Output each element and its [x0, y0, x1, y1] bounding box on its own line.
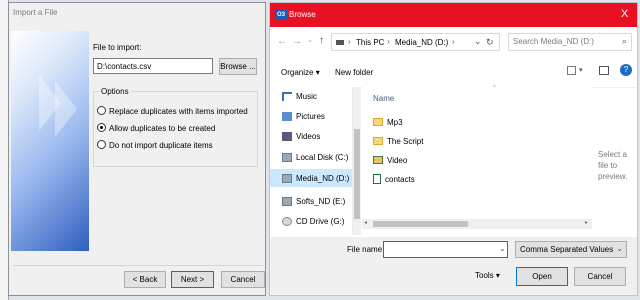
address-dropdown-icon[interactable]: ⌄ — [474, 36, 482, 47]
file-item-contacts[interactable]: contacts — [373, 171, 415, 187]
dialog-title: Browse — [289, 10, 316, 19]
drive-icon — [282, 174, 292, 183]
wizard-banner-image — [11, 31, 89, 251]
nav-item-label: CD Drive (G:) — [296, 217, 345, 226]
outlook-app-icon: O3 — [275, 9, 287, 20]
address-bar[interactable]: › This PC › Media_ND (D:) › ⌄ ↻ — [331, 33, 500, 51]
file-to-import-label: File to import: — [93, 43, 142, 52]
radio-circle-selected — [97, 123, 106, 132]
file-item-label: contacts — [385, 174, 415, 184]
nav-item-music[interactable]: Music — [282, 89, 317, 104]
help-icon[interactable]: ? — [620, 64, 632, 76]
radio-circle — [97, 106, 106, 115]
file-path-input[interactable] — [93, 58, 213, 74]
video-folder-icon — [373, 156, 383, 164]
breadcrumb-separator-icon: › — [452, 37, 455, 46]
preview-pane-icon[interactable] — [599, 66, 609, 75]
nav-item-label: Local Disk (C:) — [296, 153, 349, 162]
file-item-the-script[interactable]: The Script — [373, 133, 423, 149]
recent-locations-chevron-icon[interactable]: ⌄ — [307, 36, 313, 44]
drive-icon — [282, 153, 292, 162]
radio-allow-duplicates[interactable] — [97, 123, 106, 132]
search-input[interactable]: Search Media_ND (D:) ⌕ — [508, 33, 632, 51]
file-type-filter-value: Comma Separated Values — [520, 245, 614, 254]
back-arrow-icon[interactable]: ← — [277, 36, 287, 47]
radio-label: Allow duplicates to be created — [109, 124, 216, 133]
column-header-name[interactable]: Name — [373, 94, 394, 103]
search-icon: ⌕ — [621, 36, 627, 46]
pc-icon — [336, 40, 344, 45]
view-dropdown-icon[interactable]: ▾ — [579, 66, 583, 74]
forward-arrow-icon[interactable]: → — [292, 36, 302, 47]
folder-icon — [373, 118, 383, 126]
new-folder-button[interactable]: New folder — [335, 68, 373, 77]
refresh-icon[interactable]: ↻ — [486, 37, 494, 48]
next-button[interactable]: Next > — [171, 271, 214, 288]
nav-item-label: Videos — [296, 132, 321, 141]
organize-label: Organize — [281, 68, 314, 77]
nav-item-softs-nd-e[interactable]: Softs_ND (E:) — [282, 194, 345, 209]
file-item-label: Video — [387, 155, 408, 165]
divider — [13, 265, 263, 266]
open-button[interactable]: Open — [516, 267, 568, 286]
options-label: Options — [99, 87, 131, 96]
videos-icon — [282, 132, 292, 141]
radio-do-not-import[interactable] — [97, 140, 106, 149]
nav-pane-scrollbar-thumb[interactable] — [354, 129, 360, 219]
nav-item-local-disk-c[interactable]: Local Disk (C:) — [282, 150, 348, 165]
music-icon — [282, 92, 292, 101]
view-options-icon[interactable] — [567, 66, 576, 75]
horizontal-scrollbar-thumb[interactable] — [373, 221, 468, 227]
radio-label: Replace duplicates with items imported — [109, 107, 248, 116]
file-item-mp3[interactable]: Mp3 — [373, 114, 403, 130]
file-name-label: File name: — [347, 245, 385, 254]
cd-drive-icon — [282, 217, 292, 226]
tools-menu[interactable]: Tools ▾ — [475, 271, 500, 280]
nav-item-videos[interactable]: Videos — [282, 129, 320, 144]
organize-menu[interactable]: Organize ▾ — [281, 68, 320, 77]
cancel-button[interactable]: Cancel — [574, 267, 626, 286]
radio-circle — [97, 140, 106, 149]
nav-item-label: Music — [296, 92, 317, 101]
title-bar[interactable] — [270, 3, 637, 27]
close-icon[interactable]: X — [621, 8, 628, 20]
back-button[interactable]: < Back — [124, 271, 166, 288]
file-item-label: The Script — [387, 136, 424, 146]
search-placeholder: Search Media_ND (D:) — [513, 37, 594, 46]
tools-label: Tools — [475, 271, 494, 280]
folder-icon — [373, 137, 383, 145]
file-item-video[interactable]: Video — [373, 152, 407, 168]
banner-arrow-graphic — [55, 81, 77, 137]
browse-dialog: O3 Browse X ← → ⌄ ↑ › This PC › Media_ND… — [269, 2, 638, 296]
preview-pane-message: Select a file to preview. — [598, 150, 628, 181]
csv-file-icon — [373, 174, 381, 184]
breadcrumb-this-pc[interactable]: This PC — [356, 38, 384, 47]
pictures-icon — [282, 112, 292, 121]
radio-label: Do not import duplicate items — [109, 141, 213, 150]
scroll-right-icon[interactable]: ▸ — [585, 219, 588, 226]
file-item-label: Mp3 — [387, 117, 403, 127]
dialog-title: Import a File — [13, 8, 58, 17]
nav-item-label: Softs_ND (E:) — [296, 197, 346, 206]
browse-button[interactable]: Browse ... — [219, 58, 257, 75]
filter-dropdown-icon: ⌄ — [616, 244, 623, 253]
nav-item-cd-drive-g[interactable]: CD Drive (G:) — [282, 214, 344, 229]
nav-item-label: Pictures — [296, 112, 325, 121]
file-type-filter-select[interactable]: Comma Separated Values ⌄ — [515, 241, 627, 258]
file-name-input[interactable] — [383, 241, 508, 258]
nav-item-media-nd-d[interactable]: Media_ND (D:) — [282, 171, 349, 186]
nav-item-pictures[interactable]: Pictures — [282, 109, 325, 124]
file-name-dropdown-icon[interactable]: ⌄ — [499, 244, 506, 253]
drive-icon — [282, 197, 292, 206]
nav-item-label: Media_ND (D:) — [296, 174, 350, 183]
sort-chevron-icon: ^ — [493, 85, 496, 91]
breadcrumb-media-nd[interactable]: Media_ND (D:) — [395, 38, 448, 47]
breadcrumb-separator-icon: › — [348, 37, 351, 46]
scroll-left-icon[interactable]: ◂ — [364, 219, 367, 226]
import-file-dialog: Import a File File to import: Browse ...… — [8, 2, 266, 296]
up-arrow-icon[interactable]: ↑ — [319, 35, 324, 46]
radio-replace-duplicates[interactable] — [97, 106, 106, 115]
cancel-button[interactable]: Cancel — [221, 271, 265, 288]
breadcrumb-separator-icon: › — [387, 37, 390, 46]
